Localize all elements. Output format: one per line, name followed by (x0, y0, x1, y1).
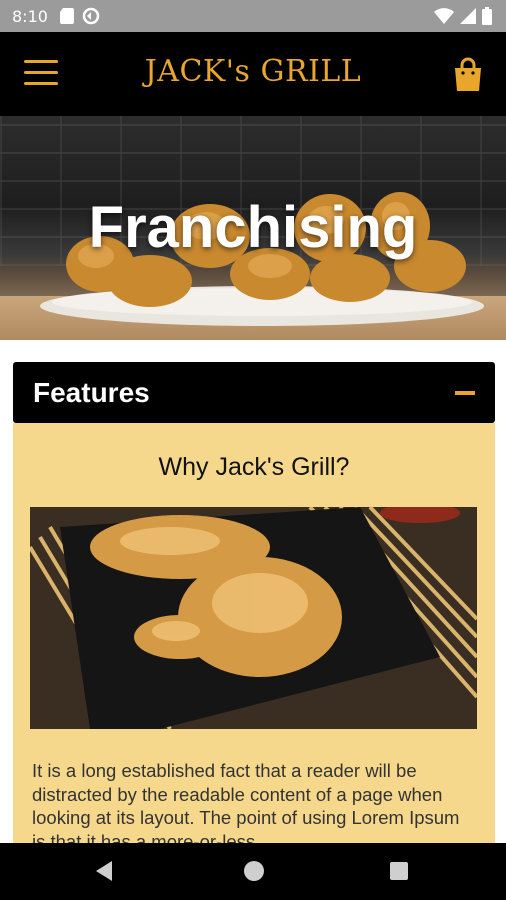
battery-icon (482, 7, 492, 25)
section-body-text: It is a long established fact that a rea… (32, 760, 460, 843)
status-bar: 8:10 (0, 0, 506, 32)
signal-icon (460, 8, 476, 24)
fried-chicken-photo (30, 507, 477, 729)
sd-card-icon (59, 8, 74, 24)
page-title: Franchising (88, 195, 418, 260)
minus-icon[interactable] (455, 390, 475, 395)
sync-icon (82, 7, 100, 25)
app-bar: JACK's GRILL (0, 32, 506, 116)
back-icon[interactable] (96, 861, 112, 881)
home-icon[interactable] (244, 861, 264, 881)
status-time: 8:10 (12, 6, 48, 26)
shopping-bag-icon[interactable] (452, 57, 484, 91)
section-heading: Why Jack's Grill? (158, 453, 350, 481)
brand-logo[interactable]: JACK's GRILL (0, 54, 506, 89)
hero-banner: Franchising (0, 116, 506, 340)
features-accordion-header[interactable]: Features (13, 362, 495, 423)
wifi-icon (434, 8, 454, 24)
features-panel: Why Jack's Grill? It is a long establish… (13, 423, 495, 843)
section-title: Features (33, 376, 150, 408)
recent-apps-icon[interactable] (390, 862, 408, 880)
